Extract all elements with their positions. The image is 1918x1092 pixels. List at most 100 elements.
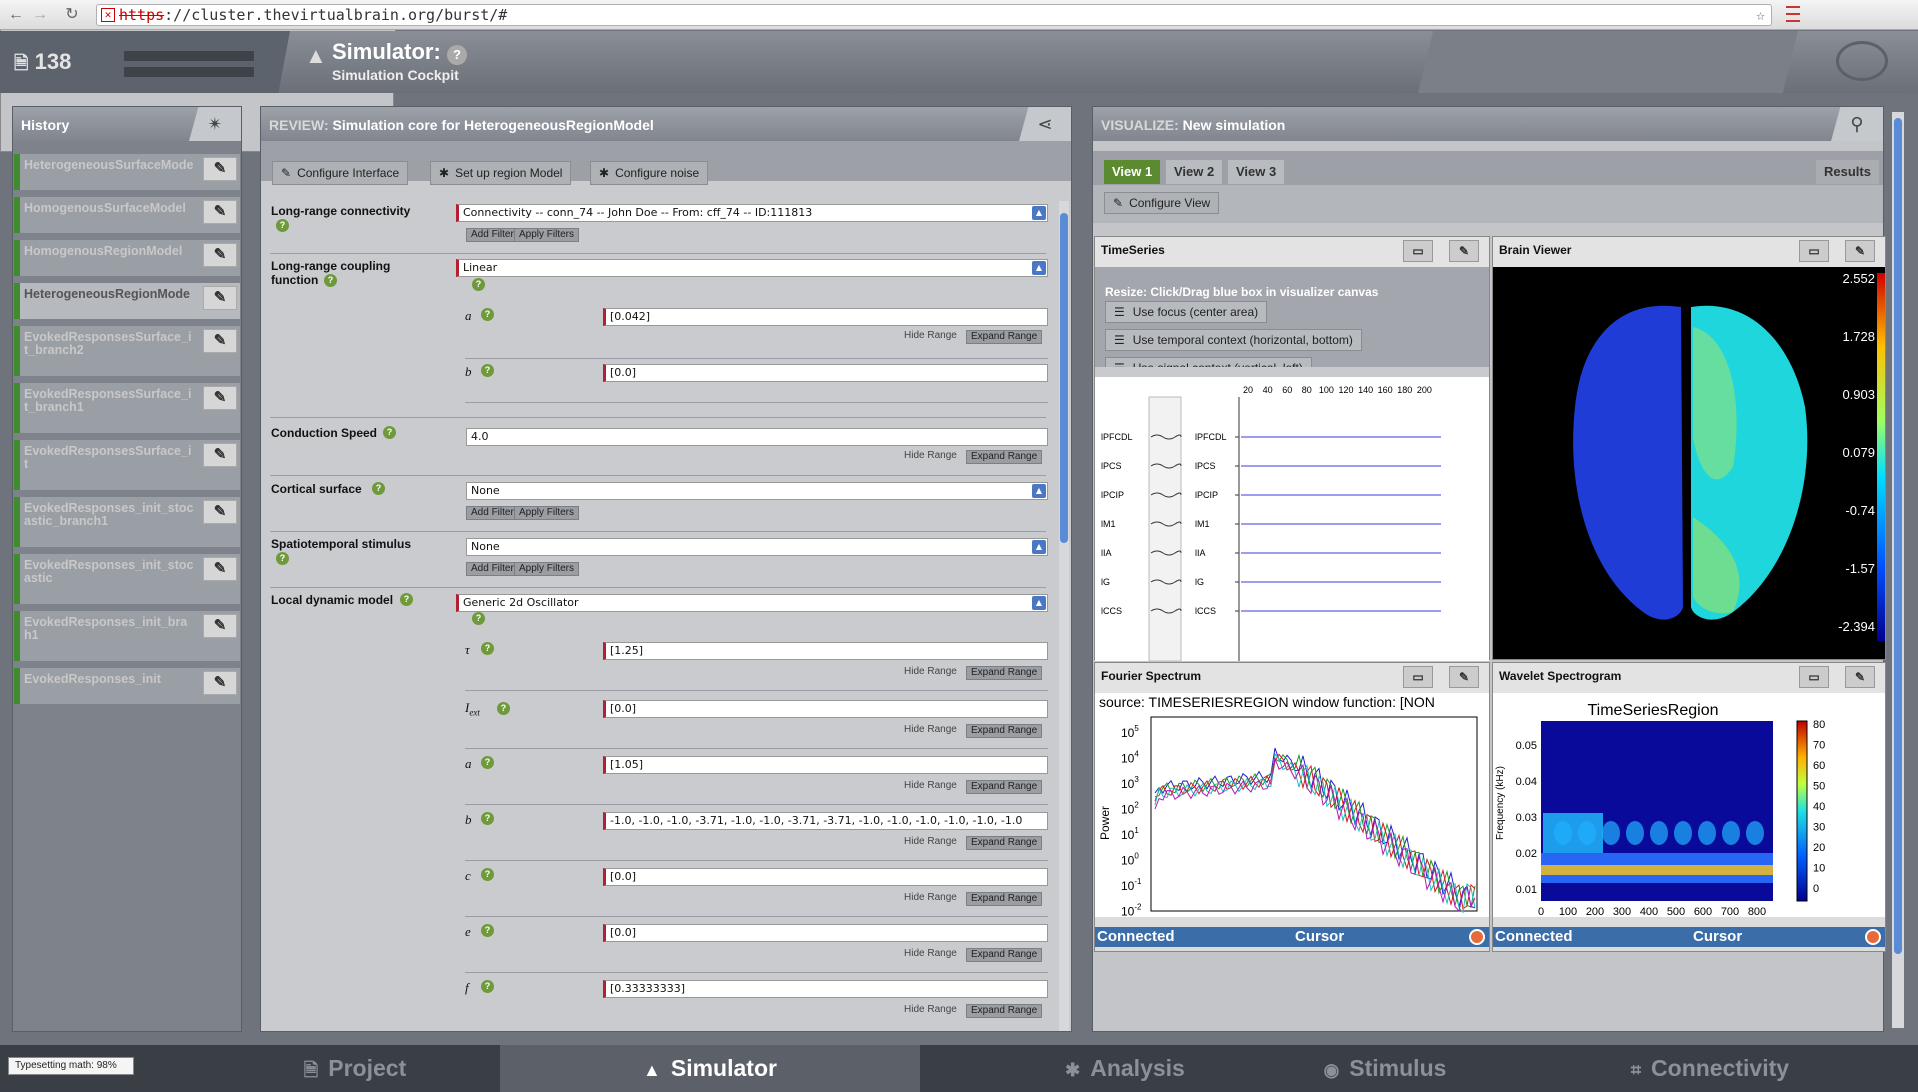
hide-range-button[interactable]: Hide Range bbox=[900, 724, 961, 738]
connection-indicator-icon[interactable] bbox=[1469, 929, 1485, 945]
hide-range-button[interactable]: Hide Range bbox=[900, 836, 961, 850]
add-filter-button[interactable]: Add Filter bbox=[466, 228, 519, 242]
select-connectivity[interactable]: Connectivity -- conn_74 -- John Doe -- F… bbox=[456, 204, 1048, 222]
bottom-tab-simulator[interactable]: ▲ Simulator bbox=[500, 1045, 920, 1092]
help-icon[interactable]: ? bbox=[481, 756, 494, 769]
edit-pencil-icon[interactable]: ✎ bbox=[203, 443, 237, 467]
help-icon[interactable]: ? bbox=[481, 308, 494, 321]
timeseries-option-0[interactable]: ☰ Use focus (center area) bbox=[1105, 301, 1268, 323]
edit-pencil-icon[interactable]: ✎ bbox=[203, 157, 237, 181]
help-icon[interactable]: ? bbox=[481, 364, 494, 377]
setup-region-model-button[interactable]: ✱ Set up region Model bbox=[430, 161, 572, 185]
input-c[interactable]: [0.0] bbox=[603, 868, 1048, 886]
timeseries-option-1[interactable]: ☰ Use temporal context (horizontal, botto… bbox=[1105, 329, 1362, 351]
history-item[interactable]: HomogenousRegionModel ✎ bbox=[14, 240, 240, 276]
select-stim[interactable]: None ▲ bbox=[466, 538, 1048, 556]
input-a[interactable]: [1.05] bbox=[603, 756, 1048, 774]
history-item[interactable]: HeterogeneousSurfaceMode ✎ bbox=[14, 154, 240, 190]
help-icon[interactable]: ? bbox=[481, 924, 494, 937]
input-cp_b[interactable]: [0.0] bbox=[603, 364, 1048, 382]
edit-pencil-icon[interactable]: ✎ bbox=[203, 614, 237, 638]
input-iext[interactable]: [0.0] bbox=[603, 700, 1048, 718]
project-counter[interactable]: 🗎 138 bbox=[14, 49, 71, 81]
hide-range-button[interactable]: Hide Range bbox=[900, 450, 961, 464]
input-tau[interactable]: [1.25] bbox=[603, 642, 1048, 660]
url-bar[interactable]: ✕ https://cluster.thevirtualbrain.org/bu… bbox=[96, 4, 1772, 26]
history-item[interactable]: EvokedResponsesSurface_i t_branch1 ✎ bbox=[14, 383, 240, 433]
edit-pencil-icon[interactable]: ✎ bbox=[1845, 666, 1875, 688]
edit-pencil-icon[interactable]: ✎ bbox=[1449, 666, 1479, 688]
help-icon[interactable]: ? bbox=[383, 426, 396, 439]
help-icon[interactable]: ? bbox=[446, 45, 467, 65]
back-icon[interactable]: ← bbox=[6, 5, 26, 25]
apply-filters-button[interactable]: Apply Filters bbox=[514, 562, 580, 576]
input-b[interactable]: -1.0, -1.0, -1.0, -3.71, -1.0, -1.0, -3.… bbox=[603, 812, 1048, 830]
forward-icon[interactable]: → bbox=[30, 5, 50, 25]
results-tab[interactable]: Results bbox=[1816, 160, 1879, 184]
history-item[interactable]: EvokedResponsesSurface_i t ✎ bbox=[14, 440, 240, 490]
expand-range-button[interactable]: Expand Range bbox=[966, 892, 1043, 906]
bottom-tab-stimulus[interactable]: ◉ Stimulus bbox=[1250, 1045, 1520, 1092]
help-icon[interactable]: ? bbox=[481, 642, 494, 655]
expand-range-button[interactable]: Expand Range bbox=[966, 836, 1043, 850]
add-filter-button[interactable]: Add Filter bbox=[466, 562, 519, 576]
select-coupling[interactable]: Linear ▲ bbox=[456, 259, 1048, 277]
help-icon[interactable]: ? bbox=[497, 702, 510, 715]
hide-range-button[interactable]: Hide Range bbox=[900, 1004, 961, 1018]
expand-range-button[interactable]: Expand Range bbox=[966, 330, 1043, 344]
expand-range-button[interactable]: Expand Range bbox=[966, 1004, 1043, 1018]
hide-range-button[interactable]: Hide Range bbox=[900, 780, 961, 794]
bottom-tab-project[interactable]: 🗎 Project bbox=[210, 1045, 500, 1092]
visualize-scrollbar[interactable] bbox=[1892, 112, 1904, 1028]
bottom-tab-connectivity[interactable]: ⌗ Connectivity bbox=[1560, 1045, 1860, 1092]
history-item[interactable]: EvokedResponses_init ✎ bbox=[14, 668, 240, 704]
expand-range-button[interactable]: Expand Range bbox=[966, 450, 1043, 464]
fullscreen-icon[interactable]: ▭ bbox=[1799, 240, 1829, 262]
hide-range-button[interactable]: Hide Range bbox=[900, 892, 961, 906]
select-local[interactable]: Generic 2d Oscillator ▲ bbox=[456, 594, 1048, 612]
fullscreen-icon[interactable]: ▭ bbox=[1403, 240, 1433, 262]
fullscreen-icon[interactable]: ▭ bbox=[1799, 666, 1829, 688]
input-cp_a[interactable]: [0.042] bbox=[603, 308, 1048, 326]
apply-filters-button[interactable]: Apply Filters bbox=[514, 228, 580, 242]
hide-range-button[interactable]: Hide Range bbox=[900, 666, 961, 680]
help-icon[interactable]: ? bbox=[481, 868, 494, 881]
edit-pencil-icon[interactable]: ✎ bbox=[203, 386, 237, 410]
help-icon[interactable]: ? bbox=[400, 593, 413, 606]
view-tab-2[interactable]: View 2 bbox=[1166, 160, 1223, 184]
view-tab-1[interactable]: View 1 bbox=[1104, 160, 1161, 184]
help-icon[interactable]: ? bbox=[472, 278, 485, 291]
edit-pencil-icon[interactable]: ✎ bbox=[1449, 240, 1479, 262]
select-cortical[interactable]: None ▲ bbox=[466, 482, 1048, 500]
history-item[interactable]: HomogenousSurfaceModel ✎ bbox=[14, 197, 240, 233]
edit-pencil-icon[interactable]: ✎ bbox=[203, 329, 237, 353]
history-item[interactable]: EvokedResponses_init_stoc astic_branch1 ✎ bbox=[14, 497, 240, 547]
configure-noise-button[interactable]: ✱ Configure noise bbox=[590, 161, 709, 185]
view-tab-3[interactable]: View 3 bbox=[1228, 160, 1285, 184]
review-scrollbar[interactable] bbox=[1059, 201, 1069, 1031]
expand-range-button[interactable]: Expand Range bbox=[966, 780, 1043, 794]
configure-view-button[interactable]: ✎ Configure View bbox=[1104, 192, 1220, 214]
edit-pencil-icon[interactable]: ✎ bbox=[1845, 240, 1875, 262]
add-filter-button[interactable]: Add Filter bbox=[466, 506, 519, 520]
history-item[interactable]: EvokedResponses_init_stoc astic ✎ bbox=[14, 554, 240, 604]
edit-pencil-icon[interactable]: ✎ bbox=[203, 286, 237, 310]
apply-filters-button[interactable]: Apply Filters bbox=[514, 506, 580, 520]
input-speed[interactable]: 4.0 bbox=[466, 428, 1048, 446]
help-icon[interactable]: ? bbox=[324, 274, 337, 287]
expand-range-button[interactable]: Expand Range bbox=[966, 724, 1043, 738]
hide-range-button[interactable]: Hide Range bbox=[900, 948, 961, 962]
bottom-tab-analysis[interactable]: ✱ Analysis bbox=[1010, 1045, 1240, 1092]
expand-range-button[interactable]: Expand Range bbox=[966, 948, 1043, 962]
edit-pencil-icon[interactable]: ✎ bbox=[203, 557, 237, 581]
help-icon[interactable]: ? bbox=[481, 812, 494, 825]
history-item[interactable]: EvokedResponses_init_bra h1 ✎ bbox=[14, 611, 240, 661]
expand-range-button[interactable]: Expand Range bbox=[966, 666, 1043, 680]
hide-range-button[interactable]: Hide Range bbox=[900, 330, 961, 344]
fullscreen-icon[interactable]: ▭ bbox=[1403, 666, 1433, 688]
menu-icon[interactable] bbox=[1786, 6, 1800, 22]
help-icon[interactable]: ? bbox=[481, 980, 494, 993]
edit-pencil-icon[interactable]: ✎ bbox=[203, 500, 237, 524]
edit-pencil-icon[interactable]: ✎ bbox=[203, 671, 237, 695]
edit-pencil-icon[interactable]: ✎ bbox=[203, 200, 237, 224]
